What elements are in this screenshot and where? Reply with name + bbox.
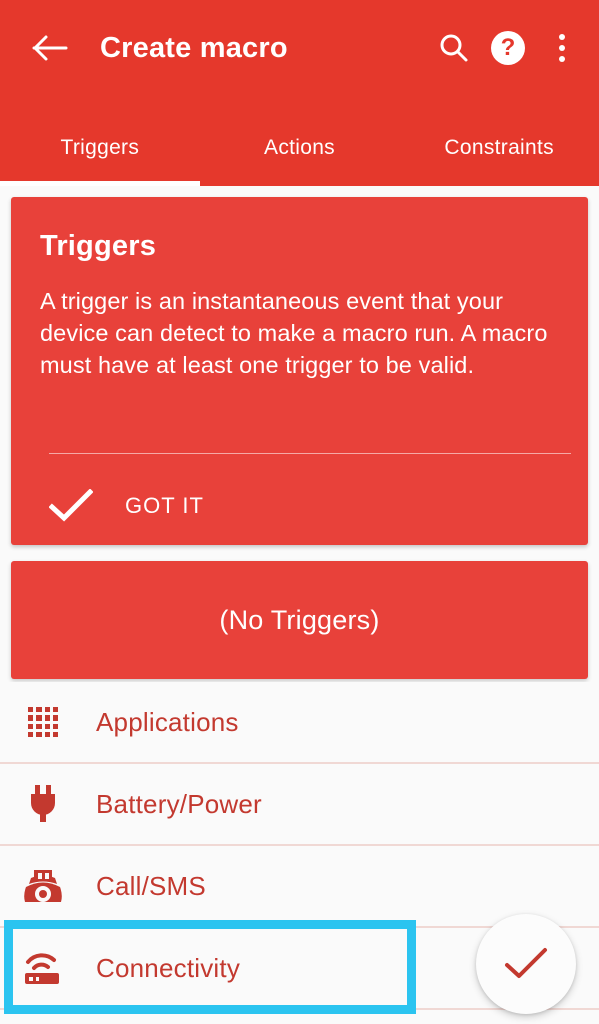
apps-grid-icon xyxy=(20,707,66,737)
app-bar-actions: ? xyxy=(427,0,589,96)
help-button[interactable]: ? xyxy=(481,21,535,75)
page-title: Create macro xyxy=(100,31,288,64)
app-bar: Create macro ? Triggers Actions Constrai… xyxy=(0,0,599,186)
list-item-label: Connectivity xyxy=(96,952,241,983)
telephone-icon xyxy=(20,867,66,905)
power-plug-icon xyxy=(20,784,66,824)
got-it-button[interactable]: GOT IT xyxy=(49,478,204,534)
tab-actions-label: Actions xyxy=(264,136,335,159)
tab-constraints[interactable]: Constraints xyxy=(399,110,599,186)
list-item-applications[interactable]: Applications xyxy=(0,682,599,764)
list-item-label: Battery/Power xyxy=(96,788,262,819)
search-button[interactable] xyxy=(427,21,481,75)
info-card-title: Triggers xyxy=(40,230,157,262)
arrow-back-icon xyxy=(32,34,68,62)
tab-triggers[interactable]: Triggers xyxy=(0,110,200,186)
help-circle-icon: ? xyxy=(491,31,525,65)
check-icon xyxy=(503,946,549,982)
tab-bar: Triggers Actions Constraints xyxy=(0,110,599,186)
create-macro-screen: Create macro ? Triggers Actions Constrai… xyxy=(0,0,599,1024)
tab-triggers-label: Triggers xyxy=(60,136,140,159)
search-icon xyxy=(438,32,470,64)
got-it-label: GOT IT xyxy=(125,493,204,518)
tab-selected-indicator xyxy=(0,181,200,186)
check-icon xyxy=(49,489,95,523)
more-vertical-icon xyxy=(548,31,576,65)
apps-grid-icon-shape xyxy=(28,707,58,737)
confirm-fab[interactable] xyxy=(476,914,576,1014)
info-card-divider xyxy=(49,453,571,454)
tab-constraints-label: Constraints xyxy=(444,136,554,159)
no-triggers-label: (No Triggers) xyxy=(219,604,380,635)
tab-actions[interactable]: Actions xyxy=(200,110,400,186)
info-card-body: A trigger is an instantaneous event that… xyxy=(40,288,548,378)
help-question-mark: ? xyxy=(500,34,516,61)
back-button[interactable] xyxy=(22,20,78,76)
list-item-battery-power[interactable]: Battery/Power xyxy=(0,764,599,846)
overflow-menu-button[interactable] xyxy=(535,21,589,75)
router-wifi-icon xyxy=(20,949,66,987)
list-item-label: Call/SMS xyxy=(96,870,206,901)
list-item-label: Applications xyxy=(96,706,239,737)
no-triggers-button[interactable]: (No Triggers) xyxy=(11,561,588,679)
triggers-info-card: Triggers A trigger is an instantaneous e… xyxy=(11,197,588,545)
